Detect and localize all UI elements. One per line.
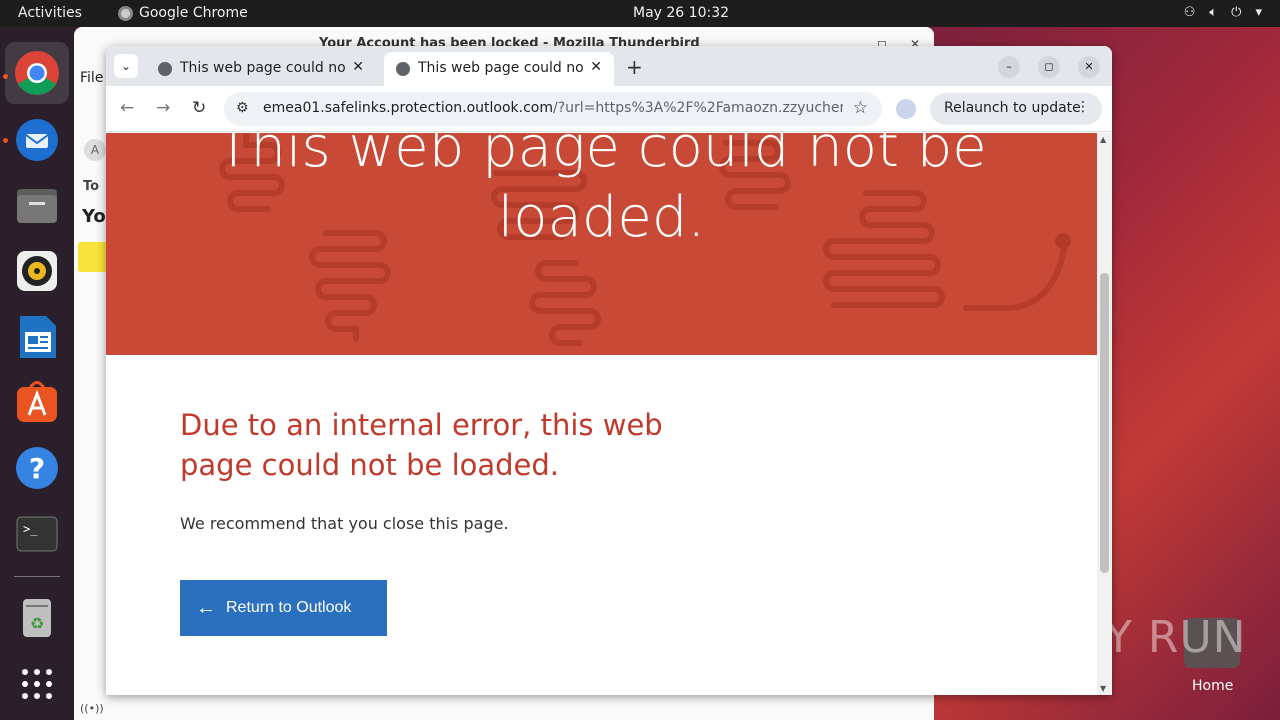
profile-avatar-icon[interactable] <box>896 99 916 119</box>
dock-terminal[interactable]: >_ <box>14 511 60 557</box>
dock-show-apps[interactable] <box>14 661 60 707</box>
notification-bar-icon <box>78 242 108 272</box>
return-button-label: Return to Outlook <box>226 599 352 616</box>
scroll-up-icon[interactable]: ▲ <box>1100 135 1106 144</box>
dock-rhythmbox[interactable] <box>14 248 60 294</box>
dock-writer[interactable] <box>14 314 60 360</box>
page-content: This web page could not be loaded. Due t… <box>106 133 1097 695</box>
tab-1[interactable]: This web page could not be loaded ✕ <box>146 52 376 86</box>
running-indicator <box>3 74 8 79</box>
chrome-small-icon <box>118 5 133 21</box>
error-heading: Due to an internal error, this web page … <box>180 408 663 482</box>
new-tab-button[interactable]: + <box>626 55 643 79</box>
close-tab-icon[interactable]: ✕ <box>352 59 364 75</box>
app-name: Google Chrome <box>139 5 248 21</box>
globe-icon <box>396 62 410 76</box>
url-host: emea01.safelinks.protection.outlook.com <box>263 100 554 116</box>
arrow-left-icon: ← <box>196 596 216 619</box>
minimize-button[interactable]: – <box>998 56 1020 78</box>
trash-icon: ♻ <box>23 599 51 637</box>
return-to-outlook-button[interactable]: ← Return to Outlook <box>180 580 387 636</box>
svg-text:?: ? <box>29 452 45 485</box>
more-menu-icon[interactable]: ⋮ <box>1076 99 1090 115</box>
activities-button[interactable]: Activities <box>18 5 82 21</box>
to-label: To <box>83 179 100 194</box>
relaunch-button[interactable]: Relaunch to update ⋮ <box>930 93 1102 125</box>
bookmark-star-icon[interactable]: ☆ <box>853 98 868 118</box>
system-tray[interactable]: ⚇ 🔈︎ ⏻ ▾ <box>1184 5 1262 20</box>
scrollbar[interactable]: ▲ ▼ <box>1097 133 1112 695</box>
tab-label: This web page could not be loaded <box>180 60 345 76</box>
dock-app-center[interactable] <box>14 379 60 425</box>
app-center-icon <box>17 381 57 422</box>
dock-thunderbird[interactable] <box>14 117 60 163</box>
address-bar[interactable]: ⚙ emea01.safelinks.protection.outlook.co… <box>224 92 882 126</box>
forward-button[interactable]: → <box>156 98 170 118</box>
app-menu[interactable]: Google Chrome <box>118 5 248 21</box>
dock-separator <box>14 576 60 577</box>
error-banner: This web page could not be loaded. <box>106 133 1097 355</box>
svg-text:♻: ♻ <box>30 614 44 633</box>
tab-search-button[interactable]: ⌄ <box>114 54 138 78</box>
browser-toolbar: ← → ↻ ⚙ emea01.safelinks.protection.outl… <box>106 86 1112 132</box>
top-bar: Activities Google Chrome May 26 10:32 ⚇ … <box>0 0 1280 27</box>
volume-icon: 🔈︎ <box>1209 5 1218 20</box>
subject-text: Yo <box>82 206 106 227</box>
scrollbar-thumb[interactable] <box>1100 273 1109 573</box>
url-path: /?url=https%3A%2F%2Famaozn.zzyuchengzhi.… <box>553 100 843 116</box>
home-label: Home <box>1192 678 1234 694</box>
close-tab-icon[interactable]: ✕ <box>590 59 602 75</box>
terminal-icon: >_ <box>16 516 58 552</box>
menu-file[interactable]: File <box>80 70 103 86</box>
back-button[interactable]: ← <box>120 98 134 118</box>
url-text: emea01.safelinks.protection.outlook.com/… <box>263 100 843 116</box>
scroll-down-icon[interactable]: ▼ <box>1100 684 1106 693</box>
thunderbird-icon <box>16 119 58 161</box>
chrome-icon <box>15 51 59 95</box>
status-icon: ((•)) <box>80 702 104 715</box>
sender-avatar: A <box>84 139 106 161</box>
reload-button[interactable]: ↻ <box>192 98 206 118</box>
help-icon: ? <box>16 447 58 489</box>
tab-strip: ⌄ This web page could not be loaded ✕ Th… <box>106 46 1112 86</box>
apps-grid-icon <box>22 669 52 699</box>
rhythmbox-icon <box>17 251 57 291</box>
power-icon: ⏻ <box>1231 5 1242 20</box>
files-icon <box>17 189 57 223</box>
chevron-down-icon: ▾ <box>1255 5 1262 20</box>
svg-text:>_: >_ <box>23 522 38 536</box>
dock: ? >_ ♻ <box>0 27 74 720</box>
tab-label: This web page could not be loaded <box>418 60 583 76</box>
site-info-icon[interactable]: ⚙ <box>236 100 249 116</box>
maximize-button[interactable]: ◻ <box>1038 56 1060 78</box>
chrome-window: ⌄ This web page could not be loaded ✕ Th… <box>106 46 1112 695</box>
clock[interactable]: May 26 10:32 <box>633 5 729 21</box>
dock-help[interactable]: ? <box>14 445 60 491</box>
writer-icon <box>20 316 56 358</box>
banner-title: This web page could not be loaded. <box>216 133 987 250</box>
dock-trash[interactable]: ♻ <box>14 595 60 641</box>
dock-chrome[interactable] <box>5 42 69 104</box>
dock-files[interactable] <box>14 183 60 229</box>
running-indicator <box>3 138 8 143</box>
network-icon: ⚇ <box>1183 5 1196 20</box>
relaunch-label: Relaunch to update <box>944 100 1081 116</box>
close-window-button[interactable]: ✕ <box>1078 56 1100 78</box>
tab-2[interactable]: This web page could not be loaded ✕ <box>384 52 614 86</box>
recommendation-text: We recommend that you close this page. <box>180 514 509 533</box>
globe-icon <box>158 62 172 76</box>
